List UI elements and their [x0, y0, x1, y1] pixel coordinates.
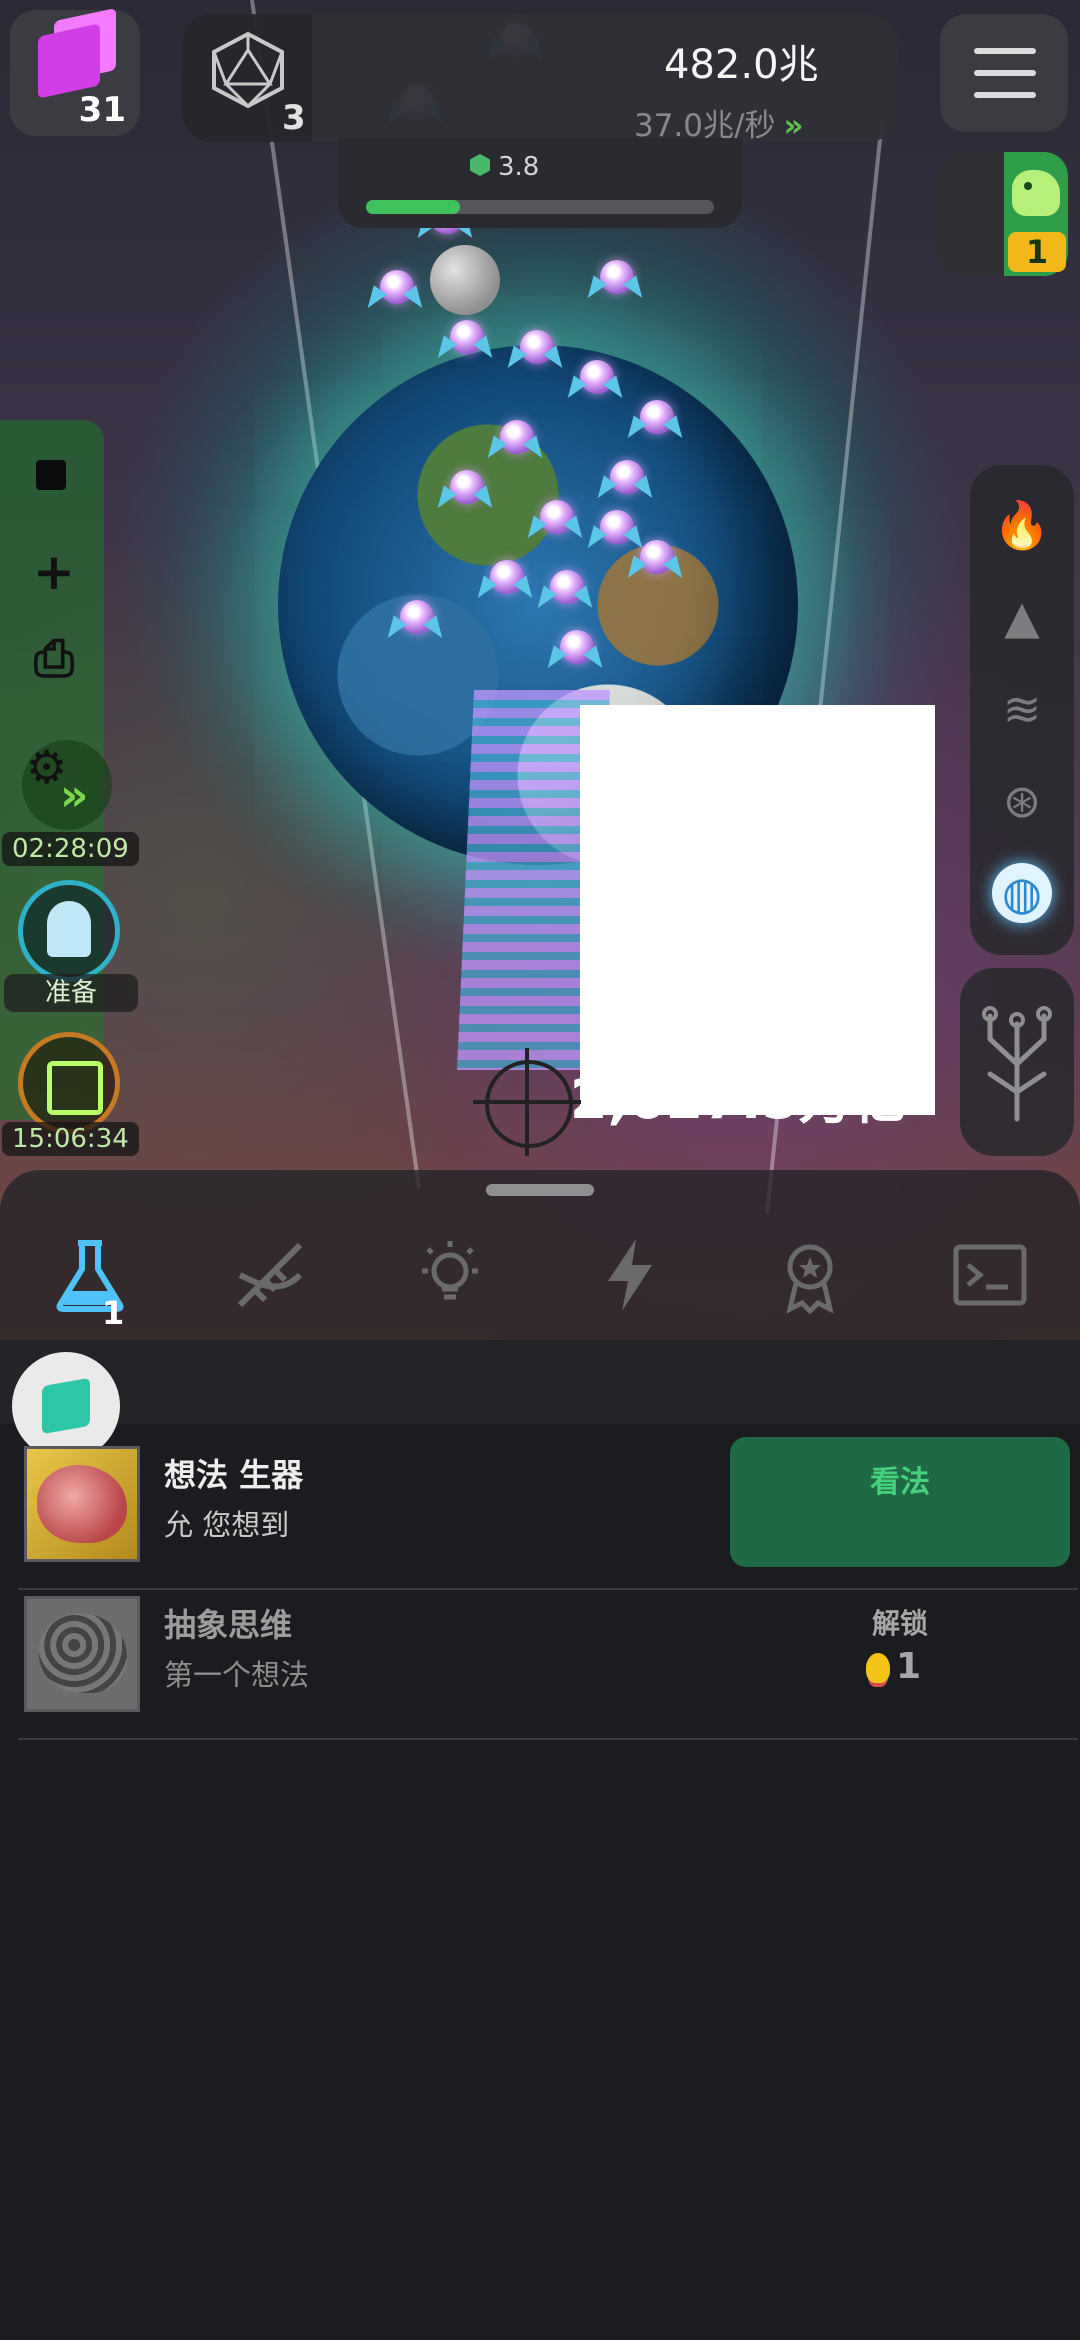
- menu-bar: [974, 48, 1036, 54]
- item-title: 抽象思维: [164, 1606, 293, 1644]
- abstract-thinking-thumbnail: [24, 1596, 140, 1712]
- tab-dna[interactable]: [210, 1220, 330, 1330]
- cube-outline-icon: [42, 1377, 90, 1435]
- ship: [610, 460, 644, 494]
- double-chevron-right-icon: »: [783, 108, 804, 144]
- lightbulb-icon: [866, 1653, 890, 1683]
- timer-1: 02:28:09: [2, 832, 139, 866]
- flask-badge: 1: [102, 1294, 125, 1332]
- dino-button[interactable]: 1: [938, 152, 1070, 276]
- unlock-cost-value: 1: [896, 1646, 922, 1687]
- cube-button[interactable]: 31: [10, 10, 140, 136]
- lightbulb-icon: [422, 1241, 478, 1300]
- cube-icon: [38, 23, 100, 99]
- ship: [490, 560, 524, 594]
- ghost-icon: [47, 901, 91, 957]
- view-button[interactable]: 看法: [730, 1437, 1070, 1567]
- mountain-icon[interactable]: ▲: [992, 587, 1052, 647]
- d20-count: 3: [282, 98, 306, 138]
- terminal-icon: [953, 1244, 1027, 1306]
- ship: [560, 630, 594, 664]
- dino-badge: 1: [1004, 152, 1068, 276]
- idea-generator-thumbnail: [24, 1446, 140, 1562]
- cells-icon[interactable]: ⊛: [992, 771, 1052, 831]
- ship: [450, 470, 484, 504]
- menu-bar: [974, 70, 1036, 76]
- ghost-button[interactable]: [18, 880, 120, 982]
- damage-number: 2,627.5万亿: [570, 1068, 907, 1131]
- brain-icon: [37, 1465, 127, 1543]
- item-desc: 第一个想法: [164, 1658, 310, 1692]
- calendar-check-icon: [47, 1061, 103, 1115]
- dinosaur-icon: [1012, 170, 1060, 216]
- brain-icon: [39, 1613, 127, 1693]
- resource-amount: 482.0兆: [664, 42, 819, 88]
- ship: [520, 330, 554, 364]
- fast-forward-icon: »: [60, 770, 89, 821]
- list-header: [0, 1340, 1080, 1424]
- ship: [550, 570, 584, 604]
- progress-fill: [366, 200, 460, 214]
- ship: [500, 420, 534, 454]
- ship: [600, 260, 634, 294]
- research-list: 想法 生器 允 您想到 看法 抽象思维 第一个想法 解锁 1: [0, 1340, 1080, 2340]
- lightning-icon: [608, 1239, 652, 1311]
- bottom-drawer: 1: [0, 1170, 1080, 1340]
- d20-icon: [212, 31, 284, 109]
- camera-icon[interactable]: ⎙: [24, 628, 84, 688]
- list-item[interactable]: 想法 生器 允 您想到 看法: [18, 1437, 1078, 1590]
- gem-icon: [470, 154, 490, 176]
- auto-speed-button[interactable]: ⚙ »: [22, 740, 112, 830]
- menu-button[interactable]: [940, 14, 1068, 132]
- gem-value: 3.8: [498, 152, 540, 182]
- view-button-label: 看法: [870, 1465, 930, 1500]
- ship: [400, 600, 434, 634]
- ship: [580, 360, 614, 394]
- gem-progress-panel: 3.8: [338, 138, 742, 228]
- plus-icon[interactable]: +: [24, 542, 84, 602]
- ship: [600, 510, 634, 544]
- tree-icon: [982, 1006, 1052, 1122]
- calendar-button[interactable]: [18, 1032, 120, 1134]
- globe-icon[interactable]: ◍: [992, 863, 1052, 923]
- item-desc: 允 您想到: [164, 1508, 290, 1542]
- moon: [430, 245, 500, 315]
- ship: [640, 400, 674, 434]
- cube-count: 31: [78, 90, 126, 130]
- ready-label: 准备: [4, 974, 138, 1012]
- tab-medal[interactable]: [750, 1220, 870, 1330]
- resource-display: 482.0兆 37.0兆/秒»: [312, 14, 898, 144]
- unlock-button[interactable]: 解锁 1: [730, 1590, 1070, 1720]
- resource-panel[interactable]: 3 482.0兆 37.0兆/秒»: [182, 14, 898, 144]
- unlock-cost: 1: [866, 1646, 921, 1687]
- progress-bar: [366, 200, 714, 214]
- waves-icon[interactable]: ≋: [992, 679, 1052, 739]
- timer-2: 15:06:34: [2, 1122, 139, 1156]
- damage-flash: [580, 705, 935, 1115]
- menu-bar: [974, 92, 1036, 98]
- ship: [540, 500, 574, 534]
- tab-flask[interactable]: 1: [30, 1220, 150, 1332]
- ship: [380, 270, 414, 304]
- dino-count: 1: [1008, 232, 1066, 272]
- item-title: 想法 生器: [164, 1456, 304, 1494]
- dna-icon: [237, 1242, 303, 1308]
- list-item[interactable]: 抽象思维 第一个想法 解锁 1: [18, 1590, 1078, 1740]
- ship: [450, 320, 484, 354]
- unlock-label: 解锁: [871, 1607, 928, 1640]
- medal-icon: [786, 1244, 834, 1315]
- element-rail: 🔥 ▲ ≋ ⊛ ◍: [970, 465, 1074, 955]
- tree-button[interactable]: [960, 968, 1074, 1156]
- tab-lightning[interactable]: [570, 1220, 690, 1330]
- ship: [640, 540, 674, 574]
- tab-lightbulb[interactable]: [390, 1220, 510, 1330]
- fire-icon[interactable]: 🔥: [992, 495, 1052, 555]
- tab-terminal[interactable]: [930, 1220, 1050, 1330]
- crosshair-icon[interactable]: [473, 1048, 581, 1156]
- stop-icon[interactable]: [36, 460, 66, 490]
- drawer-handle[interactable]: [486, 1184, 594, 1196]
